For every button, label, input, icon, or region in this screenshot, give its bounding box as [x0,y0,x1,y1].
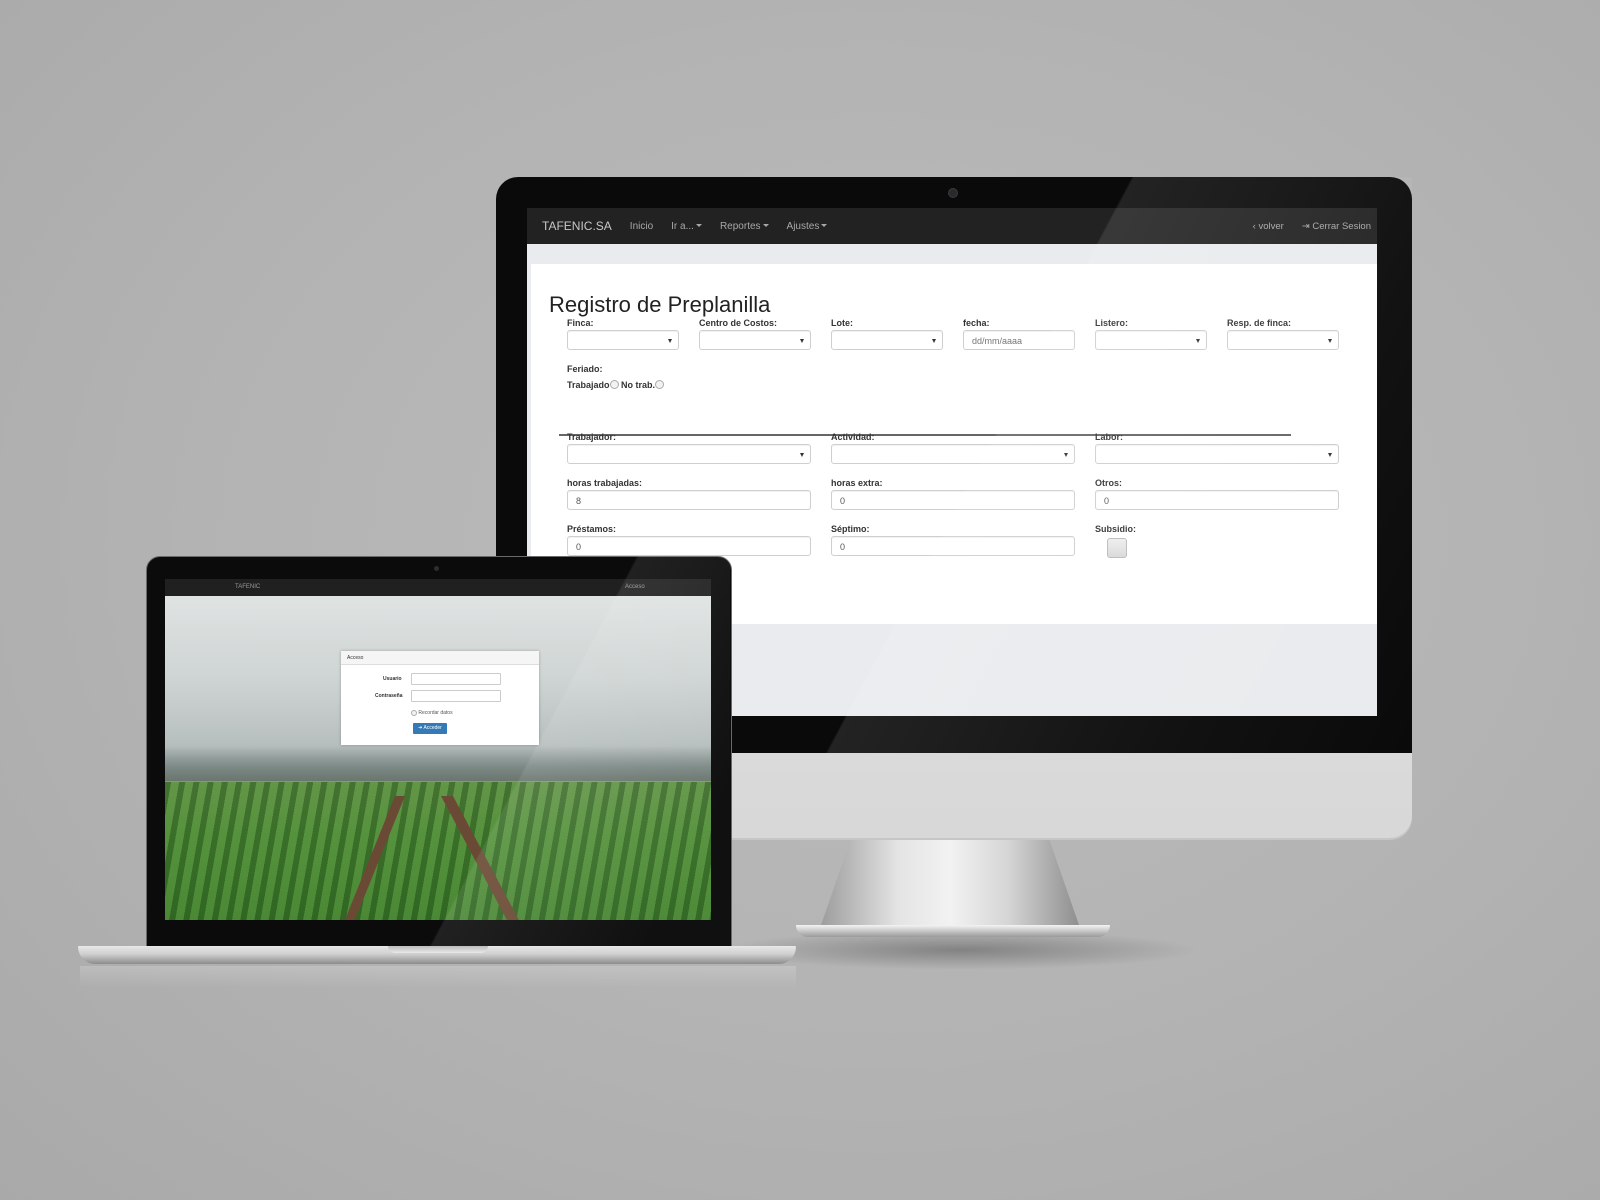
nav-item-reportes-label: Reportes [719,220,761,232]
otros-label: Otros: [1095,478,1122,488]
caret-down-icon [695,224,702,228]
navbar-brand[interactable]: TAFENIC.SA [542,219,612,233]
logout-link[interactable]: ⇥ Cerrar Sesion [1302,221,1371,232]
horas-extra-input[interactable]: 0 [831,490,1075,510]
top-navbar: TAFENIC.SA Inicio Ir a... Reportes Ajust… [527,208,1377,244]
laptop-notch [388,946,488,953]
listero-label: Listero: [1095,318,1129,328]
actividad-label: Actividad: [831,432,875,442]
horas-extra-label: horas extra: [831,478,883,488]
background-hills [165,746,711,781]
laptop-navbar-brand[interactable]: TAFENIC [235,584,260,590]
nav-item-ir-a-label: Ir a... [671,220,694,232]
trabajador-select[interactable] [567,444,811,464]
laptop-screen: TAFENIC Acceso Acceso Usuario Contraseña… [165,579,711,920]
septimo-label: Séptimo: [831,524,870,534]
no-trab-label: No trab. [621,380,656,390]
no-trab-radio[interactable] [655,380,665,389]
back-link[interactable]: ‹ volver [1253,221,1284,232]
crop-rows [165,782,711,920]
feriado-options: Trabajado No trab. [567,380,665,390]
resp-finca-label: Resp. de finca: [1227,318,1292,328]
password-label: Contraseña [375,693,403,699]
login-button[interactable]: ➜ Acceder [413,723,447,734]
navbar-right: ‹ volver ⇥ Cerrar Sesion [1253,221,1371,232]
laptop-camera [434,566,439,571]
caret-down-icon [821,224,828,228]
sign-out-icon: ⇥ [1301,220,1313,232]
password-input[interactable] [411,690,501,702]
page-title: Registro de Preplanilla [549,292,771,317]
caret-down-icon [762,224,769,228]
fecha-input[interactable]: dd/mm/aaaa [963,330,1075,350]
remember-label: Recordar datos [418,710,453,716]
labor-select[interactable] [1095,444,1339,464]
imac-camera [948,188,958,198]
centro-costos-select[interactable] [699,330,811,350]
listero-select[interactable] [1095,330,1207,350]
user-input[interactable] [411,673,501,685]
laptop-reflection [80,966,796,988]
imac-foot [796,925,1110,937]
subsidio-label: Subsidio: [1095,524,1136,534]
tobacco-field-background: Acceso Usuario Contraseña Recordar datos… [165,596,711,920]
horas-trabajadas-input[interactable]: 8 [567,490,811,510]
labor-label: Labor: [1095,432,1123,442]
trabajado-label: Trabajado [567,380,610,390]
login-card: Acceso Usuario Contraseña Recordar datos… [341,651,539,745]
login-header-title: Acceso [347,655,364,661]
prestamos-label: Préstamos: [567,524,617,534]
finca-label: Finca: [567,318,594,328]
feriado-label: Feriado: [567,364,603,374]
otros-input[interactable]: 0 [1095,490,1339,510]
nav-item-reportes[interactable]: Reportes [720,221,769,232]
imac-stand [820,838,1080,928]
login-card-header: Acceso [341,651,539,665]
remember-checkbox[interactable] [411,710,417,716]
subsidio-checkbox[interactable] [1107,538,1127,558]
finca-select[interactable] [567,330,679,350]
trabajado-radio[interactable] [609,380,619,389]
user-label: Usuario [383,676,402,682]
prestamos-input[interactable]: 0 [567,536,811,556]
fecha-label: fecha: [963,318,990,328]
nav-item-inicio[interactable]: Inicio [630,221,653,232]
lote-select[interactable] [831,330,943,350]
laptop-access-link[interactable]: Acceso [625,584,645,590]
section-divider [559,434,1291,436]
centro-costos-label: Centro de Costos: [699,318,778,328]
logout-link-label: Cerrar Sesion [1312,220,1371,232]
resp-finca-select[interactable] [1227,330,1339,350]
remember-option[interactable]: Recordar datos [411,710,453,716]
laptop-navbar: TAFENIC Acceso [165,579,711,596]
nav-item-ir-a[interactable]: Ir a... [671,221,702,232]
actividad-select[interactable] [831,444,1075,464]
trabajador-label: Trabajador: [567,432,617,442]
nav-item-ajustes[interactable]: Ajustes [787,221,828,232]
lote-label: Lote: [831,318,853,328]
back-link-label: volver [1258,220,1284,232]
login-button-label: Acceder [423,725,442,731]
septimo-input[interactable]: 0 [831,536,1075,556]
nav-item-ajustes-label: Ajustes [786,220,820,232]
horas-trabajadas-label: horas trabajadas: [567,478,643,488]
